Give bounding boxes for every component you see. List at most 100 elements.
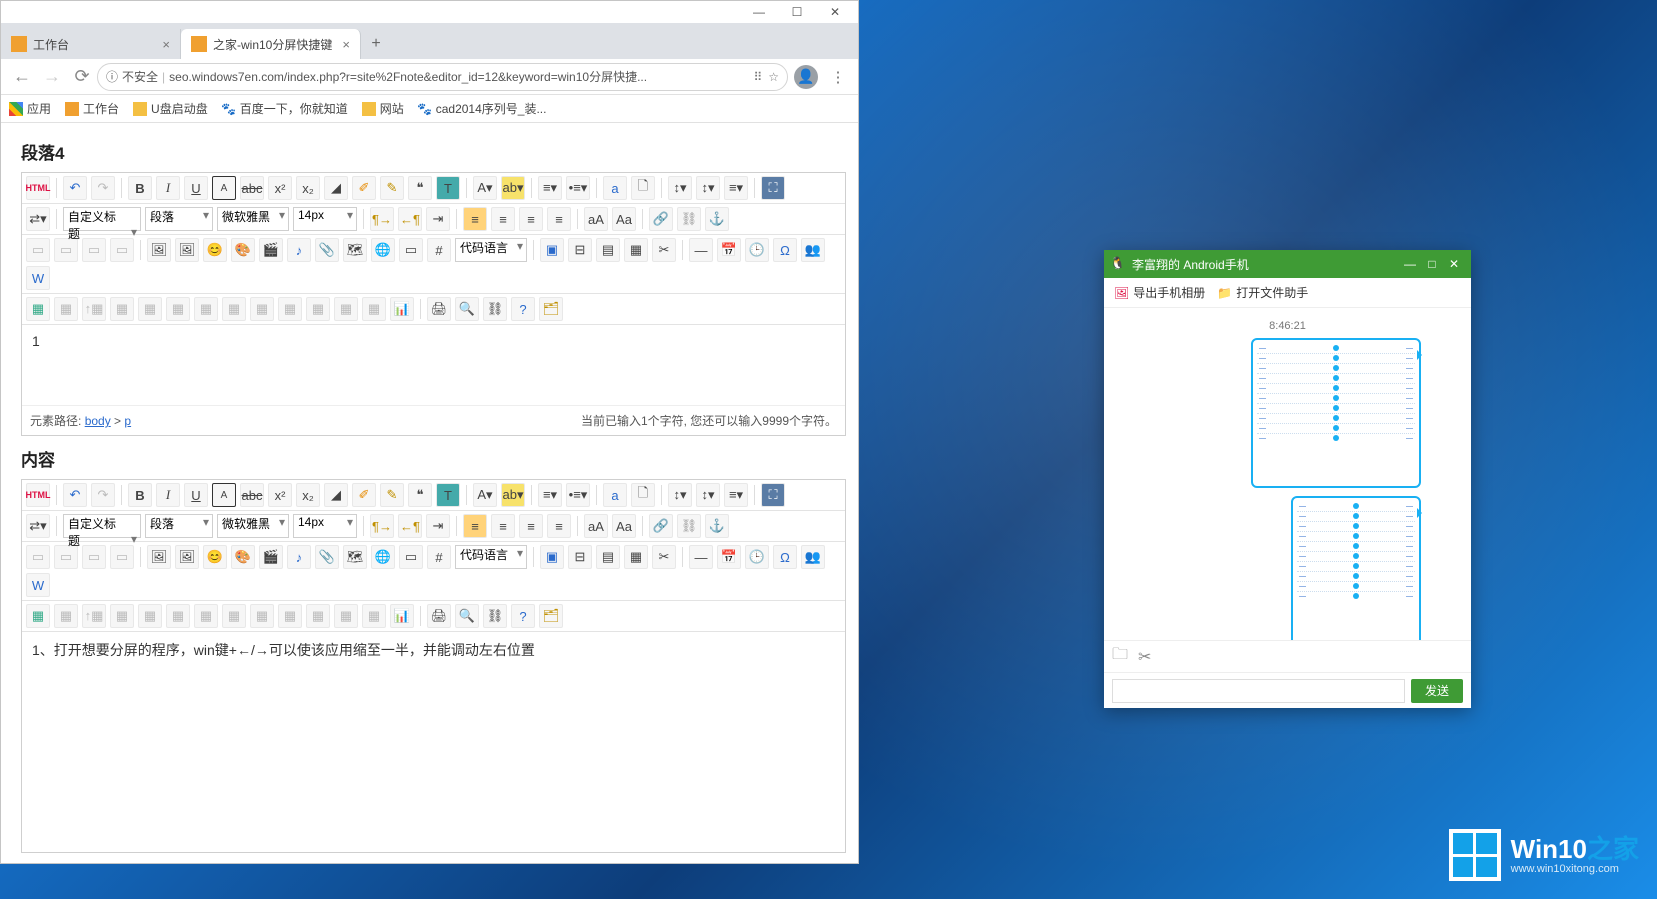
forecolor-button[interactable]: A▾ [473,483,497,507]
link-button[interactable]: 🔗 [649,514,673,538]
insertrow-button[interactable]: ▦ [110,297,134,321]
backcolor-button[interactable]: ab▾ [501,176,525,200]
rowspacing-bottom-button[interactable]: ↕▾ [696,176,720,200]
blockquote-button[interactable]: ❝ [408,483,432,507]
unordered-list-button[interactable]: •≡▾ [566,483,590,507]
charts-button[interactable]: 📊 [390,297,414,321]
browser-tab-active[interactable]: 之家-win10分屏快捷键 × [181,29,361,59]
chat-message-input[interactable] [1112,679,1405,703]
deleterow-button[interactable]: ▦ [138,297,162,321]
window-minimize-button[interactable]: — [740,1,778,23]
charts-button[interactable]: 📊 [390,604,414,628]
underline-button[interactable]: U [184,483,208,507]
date-button[interactable]: 📅 [717,238,741,262]
horizontal-button[interactable]: — [689,545,713,569]
insert-image-button[interactable]: 🖼 [147,238,171,262]
justify-center-button[interactable]: ≡ [491,207,515,231]
strikethrough-button[interactable]: abc [240,176,264,200]
searchreplace-button[interactable]: ⛓ [483,604,507,628]
help-button[interactable]: ? [511,604,535,628]
bold-button[interactable]: B [128,483,152,507]
image-right-button[interactable]: ▭ [82,238,106,262]
export-album-button[interactable]: 🖼导出手机相册 [1114,284,1205,301]
lineheight-button[interactable]: ≡▾ [724,483,748,507]
splitcols-button[interactable]: ▦ [362,297,386,321]
preview-button[interactable]: 🔍 [455,297,479,321]
font-size-select[interactable]: 14px [293,514,357,538]
tab-close-button[interactable]: × [342,37,350,52]
formatmatch-button[interactable]: ✐ [352,483,376,507]
help-button[interactable]: ? [511,297,535,321]
formatmatch-button[interactable]: ✐ [352,176,376,200]
code-lang-select[interactable]: 代码语言 [455,545,527,569]
indent-button[interactable]: ⇄▾ [26,207,50,231]
send-button[interactable]: 发送 [1411,679,1463,703]
fontborder-button[interactable]: A [212,176,236,200]
indent-button[interactable]: ⇥ [426,514,450,538]
direction-ltr-button[interactable]: ¶→ [370,514,394,538]
subscript-button[interactable]: x₂ [296,483,320,507]
chat-minimize-button[interactable]: — [1399,257,1421,271]
bold-button[interactable]: B [128,176,152,200]
snapscreen-button[interactable]: ✂ [652,545,676,569]
date-button[interactable]: 📅 [717,545,741,569]
paragraph-select[interactable]: 段落 [145,207,213,231]
superscript-button[interactable]: x² [268,483,292,507]
mergedown-button[interactable]: ▦ [278,297,302,321]
horizontal-button[interactable]: — [689,238,713,262]
removeformat-button[interactable]: ◢ [324,483,348,507]
wordimage-button[interactable]: 👥 [801,545,825,569]
insertcode-button[interactable]: # [427,545,451,569]
print-button[interactable]: 🖨 [427,297,451,321]
pasteplain-button[interactable]: T [436,483,460,507]
justify-full-button[interactable]: ≡ [547,514,571,538]
mergedown-button[interactable]: ▦ [278,604,302,628]
inserttable-button[interactable]: ▦ [26,297,50,321]
new-tab-button[interactable]: + [361,29,391,59]
insertparagraphbefore-button[interactable]: ↑▦ [82,604,106,628]
chat-close-button[interactable]: ✕ [1443,257,1465,271]
emotion-button[interactable]: 😊 [203,238,227,262]
music-button[interactable]: ♪ [287,545,311,569]
bookmark-item[interactable]: 网站 [362,100,404,117]
superscript-button[interactable]: x² [268,176,292,200]
strikethrough-button[interactable]: abc [240,483,264,507]
italic-button[interactable]: I [156,176,180,200]
splitrows-button[interactable]: ▦ [334,297,358,321]
autotypeset-button[interactable]: ✎ [380,176,404,200]
open-file-helper-button[interactable]: 📁打开文件助手 [1217,284,1308,301]
insertrow-button[interactable]: ▦ [110,604,134,628]
touppercase-button[interactable]: aA [584,207,608,231]
direction-rtl-button[interactable]: ←¶ [398,207,422,231]
bookmark-star-icon[interactable]: ☆ [768,70,779,84]
image-right-button[interactable]: ▭ [82,545,106,569]
indent-button[interactable]: ⇥ [426,207,450,231]
chat-maximize-button[interactable]: □ [1421,257,1443,271]
source-button[interactable]: HTML [26,176,50,200]
direction-rtl-button[interactable]: ←¶ [398,514,422,538]
nav-reload-button[interactable]: ⟳ [67,62,97,92]
mergecells-button[interactable]: ▦ [222,297,246,321]
touppercase-button[interactable]: aA [584,514,608,538]
justify-full-button[interactable]: ≡ [547,207,571,231]
cleardoc-button[interactable]: 🗋 [631,176,655,200]
apps-shortcut[interactable]: 应用 [9,100,51,117]
gmap-button[interactable]: 🌐 [371,545,395,569]
map-button[interactable]: 🗺 [343,545,367,569]
font-family-select[interactable]: 微软雅黑 [217,207,289,231]
print-button[interactable]: 🖨 [427,604,451,628]
redo-button[interactable]: ↷ [91,176,115,200]
unlink-button[interactable]: ⛓ [677,207,701,231]
source-button[interactable]: HTML [26,483,50,507]
deletetable-button[interactable]: ▦ [54,604,78,628]
forecolor-button[interactable]: A▾ [473,176,497,200]
image-center-button[interactable]: ▭ [110,238,134,262]
autotypeset-button[interactable]: ✎ [380,483,404,507]
removeformat-button[interactable]: ◢ [324,176,348,200]
deleterow-button[interactable]: ▦ [138,604,162,628]
music-button[interactable]: ♪ [287,238,311,262]
fullscreen-button[interactable]: ⛶ [761,176,785,200]
template-button[interactable]: ▤ [596,238,620,262]
tolowercase-button[interactable]: Aa [612,514,636,538]
anchor-button[interactable]: ⚓ [705,207,729,231]
